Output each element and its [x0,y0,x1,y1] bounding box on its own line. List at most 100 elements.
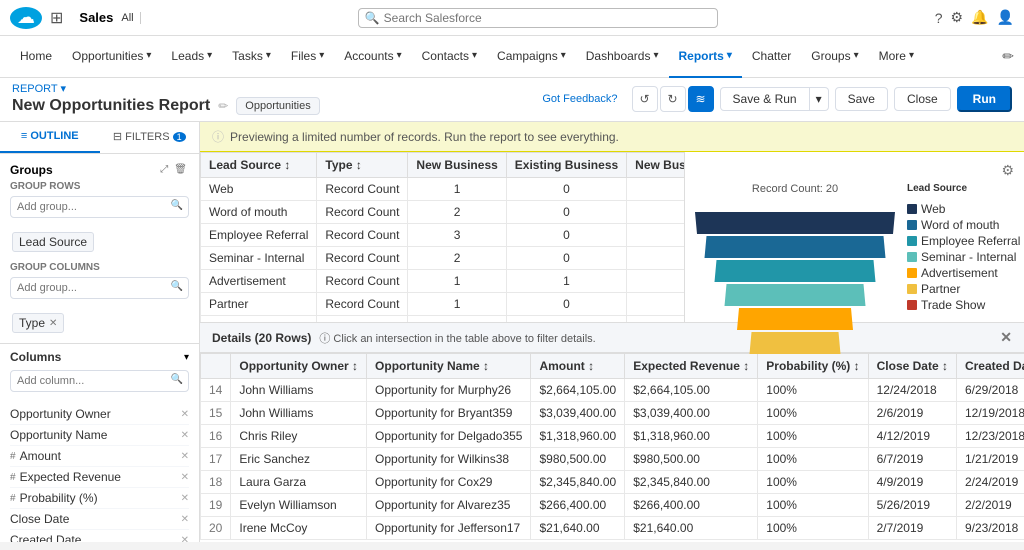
columns-toggle[interactable]: Columns ▾ [0,343,199,370]
col-existing-business[interactable]: Existing Business [506,153,626,178]
nav-more[interactable]: More ▾ [869,36,924,78]
col-type[interactable]: Type ↕ [317,153,408,178]
col-expected-rev[interactable]: Expected Revenue ↕ [625,354,758,379]
tab-outline[interactable]: ≡ OUTLINE [0,122,100,153]
nav-campaigns[interactable]: Campaigns ▾ [487,36,576,78]
nav-dashboards[interactable]: Dashboards ▾ [576,36,669,78]
col-remove-icon[interactable]: ✕ [181,451,189,462]
redo-button[interactable]: ↻ [660,86,686,112]
tab-filters[interactable]: ⊟ FILTERS 1 [100,122,200,153]
cell-owner: Irene McCoy [231,517,367,540]
col-remove-icon[interactable]: ✕ [181,409,189,420]
all-dropdown[interactable]: All [121,12,140,24]
notifications-icon[interactable]: 🔔 [971,9,988,26]
table-row[interactable]: Seminar - Internal Record Count 2 0 0 [201,247,685,270]
table-row[interactable]: Web Record Count 1 0 0 [201,178,685,201]
col-prob[interactable]: Probability (%) ↕ [758,354,868,379]
nav-contacts[interactable]: Contacts ▾ [412,36,487,78]
nav-tasks[interactable]: Tasks ▾ [222,36,281,78]
col-remove-icon[interactable]: ✕ [181,493,189,504]
nav-home[interactable]: Home [10,36,62,78]
col-opp-name[interactable]: Opportunity Name ↕ [367,354,531,379]
table-row[interactable]: Advertisement Record Count 1 1 1 [201,270,685,293]
add-group-columns-input[interactable] [10,277,189,299]
column-opportunity-name: Opportunity Name ✕ [10,425,189,446]
expand-icon[interactable]: ⤢ [158,162,170,177]
cell-expected: $2,664,105.00 [625,379,758,402]
cell-close: 2/6/2019 [868,402,956,425]
cell-expected: $2,345,840.00 [625,471,758,494]
user-avatar[interactable]: 👤 [997,9,1014,26]
search-bar[interactable]: 🔍 [358,8,718,28]
details-row[interactable]: 19 Evelyn Williamson Opportunity for Alv… [201,494,1024,517]
setup-icon[interactable]: ⚙ [951,9,964,26]
nav-accounts[interactable]: Accounts ▾ [334,36,411,78]
type-remove-icon[interactable]: ✕ [49,318,57,329]
app-launcher-icon[interactable]: ⊞ [50,8,63,28]
run-button[interactable]: Run [957,86,1012,112]
col-close-date[interactable]: Close Date ↕ [868,354,956,379]
col-remove-icon[interactable]: ✕ [181,514,189,525]
delete-groups-icon[interactable]: 🗑 [172,162,189,177]
help-icon[interactable]: ? [935,10,943,26]
cell-prob: 100% [758,425,868,448]
legend-color [907,220,917,230]
col-remove-icon[interactable]: ✕ [181,535,189,543]
save-run-button[interactable]: Save & Run [720,87,810,111]
nav-opportunities[interactable]: Opportunities ▾ [62,36,161,78]
col-remove-icon[interactable]: ✕ [181,430,189,441]
feedback-link[interactable]: Got Feedback? [542,93,617,105]
details-row[interactable]: 18 Laura Garza Opportunity for Cox29 $2,… [201,471,1024,494]
details-row[interactable]: 14 John Williams Opportunity for Murphy2… [201,379,1024,402]
close-button[interactable]: Close [894,87,951,111]
cell-new-business: 1 [408,178,506,201]
nav-chatter[interactable]: Chatter [742,36,801,78]
col-owner[interactable]: Opportunity Owner ↕ [231,354,367,379]
app-name-label: Sales [79,10,113,25]
breadcrumb[interactable]: REPORT ▾ [12,82,320,95]
salesforce-logo[interactable]: ☁ [10,7,42,29]
report-tag[interactable]: Opportunities [236,97,319,115]
lead-source-tag[interactable]: Lead Source [12,232,94,252]
col-new-business[interactable]: New Business [408,153,506,178]
undo-button[interactable]: ↺ [632,86,658,112]
save-run-dropdown-button[interactable]: ▾ [810,87,829,111]
cell-amount: $2,345,840.00 [531,471,625,494]
chart-view-button[interactable]: ≋ [688,86,714,112]
nav-files[interactable]: Files ▾ [281,36,334,78]
cell-new-business-addon: 3 [627,201,684,224]
table-row[interactable]: Partner Record Count 1 0 1 [201,293,685,316]
cell-type: Record Count [317,224,408,247]
chart-settings-icon[interactable]: ⚙ [1001,162,1014,179]
add-group-rows-input[interactable] [10,196,189,218]
save-button[interactable]: Save [835,87,888,111]
cell-existing-business: 0 [506,293,626,316]
columns-chevron-icon: ▾ [184,352,189,363]
details-close-icon[interactable]: ✕ [1000,329,1012,346]
details-row[interactable]: 15 John Williams Opportunity for Bryant3… [201,402,1024,425]
col-remove-icon[interactable]: ✕ [181,472,189,483]
table-row[interactable]: Word of mouth Record Count 2 0 3 [201,201,685,224]
cell-row-num: 14 [201,379,231,402]
nav-reports[interactable]: Reports ▾ [669,36,742,78]
col-new-business-addon[interactable]: New Business / Add-on [627,153,684,178]
edit-title-icon[interactable]: ✏ [218,99,228,113]
cell-new-business-addon: 0 [627,178,684,201]
col-created-date[interactable]: Created Date ↕ [956,354,1024,379]
col-lead-source[interactable]: Lead Source ↕ [201,153,317,178]
table-row[interactable]: Employee Referral Record Count 3 0 1 [201,224,685,247]
groups-label: Groups [10,163,53,177]
details-row[interactable]: 16 Chris Riley Opportunity for Delgado35… [201,425,1024,448]
nav-groups[interactable]: Groups ▾ [801,36,868,78]
add-column-input[interactable] [10,370,189,392]
type-tag[interactable]: Type ✕ [12,313,64,333]
nav-edit-icon[interactable]: ✏ [1002,48,1014,65]
search-input[interactable] [384,11,711,25]
legend-item: Partner [907,282,1024,296]
nav-leads[interactable]: Leads ▾ [161,36,222,78]
details-row[interactable]: 20 Irene McCoy Opportunity for Jefferson… [201,517,1024,540]
undo-redo: ↺ ↻ ≋ [632,86,714,112]
col-amount[interactable]: Amount ↕ [531,354,625,379]
details-row[interactable]: 17 Eric Sanchez Opportunity for Wilkins3… [201,448,1024,471]
cell-opp-name: Opportunity for Jefferson17 [367,517,531,540]
